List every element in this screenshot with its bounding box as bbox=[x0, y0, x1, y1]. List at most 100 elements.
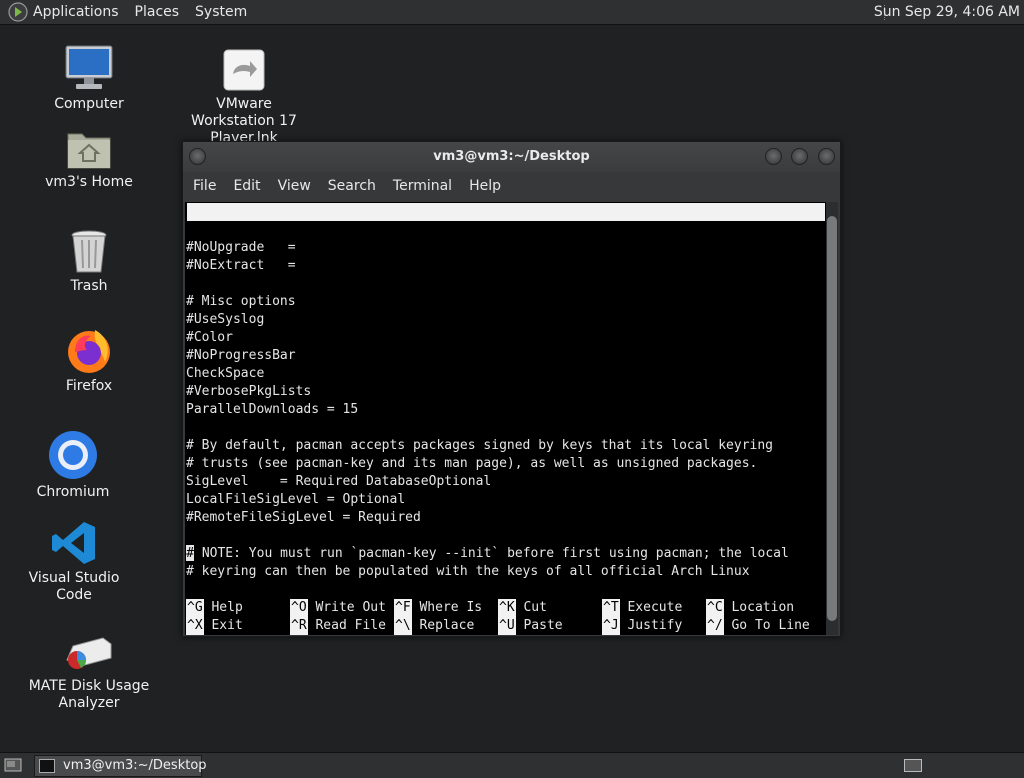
shortcut-label: Execute bbox=[627, 600, 683, 615]
shortcut-replace[interactable]: ^\ Replace bbox=[394, 617, 474, 635]
shortcut-paste[interactable]: ^U Paste bbox=[498, 617, 563, 635]
nano-title-bar: GNU nano 8.2 /etc/pacman.conf bbox=[187, 203, 825, 255]
desktop-icon-firefox[interactable]: Firefox bbox=[24, 326, 154, 395]
desktop-icon-label: Trash bbox=[70, 278, 108, 294]
desktop-icon-trash[interactable]: Trash bbox=[24, 228, 154, 295]
shortcut-label: Read File bbox=[315, 618, 386, 633]
disk-usage-icon bbox=[66, 637, 112, 669]
terminal-icon bbox=[39, 759, 55, 773]
close-button[interactable] bbox=[818, 148, 835, 165]
shortcut-key: ^X bbox=[186, 617, 204, 635]
desktop-icon-chromium[interactable]: Chromium bbox=[8, 430, 138, 501]
editor-line: SigLevel = Required DatabaseOptional bbox=[186, 474, 492, 489]
top-panel: Applications Places System Sun Sep 29, 4… bbox=[0, 0, 1024, 25]
terminal-menubar: File Edit View Search Terminal Help bbox=[183, 172, 840, 200]
menu-search[interactable]: Search bbox=[328, 178, 376, 194]
editor-line: CheckSpace bbox=[186, 366, 265, 381]
shortcut-exit[interactable]: ^X Exit bbox=[186, 617, 243, 635]
desktop-icon-label: MATE Disk Usage Analyzer bbox=[28, 678, 150, 711]
minimize-button[interactable] bbox=[765, 148, 782, 165]
editor-line: #NoUpgrade = bbox=[186, 240, 296, 255]
editor-line: #UseSyslog bbox=[186, 312, 265, 327]
editor-line-cursor: # NOTE: You must run `pacman-key --init`… bbox=[186, 545, 789, 563]
menu-view[interactable]: View bbox=[278, 178, 311, 194]
desktop-icon-label: Visual Studio Code bbox=[28, 570, 120, 603]
editor-line: # Misc options bbox=[186, 294, 296, 309]
vscode-icon bbox=[52, 522, 95, 564]
shortcut-label: Justify bbox=[627, 618, 683, 633]
shortcut-where-is[interactable]: ^F Where Is bbox=[394, 599, 482, 617]
shortcut-label: Exit bbox=[211, 618, 243, 633]
desktop-icon-computer[interactable]: Computer bbox=[24, 44, 154, 113]
text-cursor: # bbox=[186, 545, 194, 561]
shortcut-key: ^C bbox=[706, 599, 724, 617]
editor-line: #Color bbox=[186, 330, 233, 345]
nano-file-name: /etc/pacman.conf bbox=[459, 240, 585, 255]
taskbar-item-label: vm3@vm3:~/Desktop bbox=[63, 758, 207, 773]
shortcut-key: ^/ bbox=[706, 617, 724, 635]
maximize-button[interactable] bbox=[791, 148, 808, 165]
menu-edit[interactable]: Edit bbox=[233, 178, 260, 194]
shortcut-label: Help bbox=[211, 600, 243, 615]
menu-file[interactable]: File bbox=[193, 178, 216, 194]
shortcut-label: Cut bbox=[523, 600, 547, 615]
editor-line: #NoProgressBar bbox=[186, 348, 296, 363]
terminal-scrollbar[interactable] bbox=[826, 202, 838, 635]
shortcut-icon bbox=[223, 49, 265, 91]
shortcut-label: Replace bbox=[419, 618, 475, 633]
scrollbar-thumb[interactable] bbox=[827, 216, 837, 621]
shortcut-help[interactable]: ^G Help bbox=[186, 599, 243, 617]
shortcut-key: ^\ bbox=[394, 617, 412, 635]
desktop-icon-vmware-shortcut[interactable]: VMware Workstation 17 Player.lnk bbox=[179, 48, 309, 147]
shortcut-key: ^G bbox=[186, 599, 204, 617]
places-menu[interactable]: Places bbox=[135, 4, 180, 20]
desktop-icon-disk-usage[interactable]: MATE Disk Usage Analyzer bbox=[24, 632, 154, 712]
window-titlebar[interactable]: vm3@vm3:~/Desktop bbox=[183, 142, 840, 172]
editor-line: LocalFileSigLevel = Optional bbox=[186, 492, 406, 507]
shortcut-go-to-line[interactable]: ^/ Go To Line bbox=[706, 617, 810, 635]
nano-version: GNU nano 8.2 bbox=[201, 222, 295, 237]
taskbar-item-terminal[interactable]: vm3@vm3:~/Desktop bbox=[34, 755, 207, 777]
shortcut-key: ^F bbox=[394, 599, 412, 617]
workspace-switcher[interactable] bbox=[904, 759, 922, 772]
shortcut-key: ^O bbox=[290, 599, 308, 617]
desktop-icon-label: vm3's Home bbox=[45, 174, 133, 190]
shortcut-label: Paste bbox=[523, 618, 563, 633]
shortcut-label: Go To Line bbox=[731, 618, 810, 633]
computer-icon bbox=[65, 45, 113, 89]
shortcut-justify[interactable]: ^J Justify bbox=[602, 617, 682, 635]
editor-line: # trusts (see pacman-key and its man pag… bbox=[186, 456, 758, 471]
chromium-icon bbox=[49, 431, 97, 479]
clock[interactable]: Sun Sep 29, 4:06 AM bbox=[874, 4, 1020, 20]
editor-line-text: NOTE: You must run `pacman-key --init` b… bbox=[194, 546, 789, 561]
desktop-icon-label: Computer bbox=[54, 96, 124, 112]
show-desktop-icon[interactable] bbox=[4, 757, 22, 773]
trash-icon bbox=[71, 230, 107, 273]
editor-line: #NoExtract = bbox=[186, 258, 296, 273]
desktop-icon-vscode[interactable]: Visual Studio Code bbox=[9, 520, 139, 604]
shortcut-location[interactable]: ^C Location bbox=[706, 599, 794, 617]
editor-line: #RemoteFileSigLevel = Required bbox=[186, 510, 421, 525]
shortcut-key: ^J bbox=[602, 617, 620, 635]
system-menu[interactable]: System bbox=[195, 4, 247, 20]
home-folder-icon bbox=[67, 133, 111, 169]
shortcut-cut[interactable]: ^K Cut bbox=[498, 599, 547, 617]
firefox-icon bbox=[68, 330, 110, 373]
editor-line: # By default, pacman accepts packages si… bbox=[186, 438, 773, 453]
shortcut-label: Where Is bbox=[419, 600, 483, 615]
menu-terminal[interactable]: Terminal bbox=[393, 178, 452, 194]
terminal-screen[interactable]: GNU nano 8.2 /etc/pacman.conf #NoUpgrade… bbox=[185, 202, 826, 635]
applications-menu-icon[interactable] bbox=[8, 2, 28, 22]
shortcut-label: Write Out bbox=[315, 600, 386, 615]
shortcut-execute[interactable]: ^T Execute bbox=[602, 599, 682, 617]
bottom-panel: vm3@vm3:~/Desktop bbox=[0, 752, 1024, 778]
window-title: vm3@vm3:~/Desktop bbox=[433, 149, 590, 164]
menu-help[interactable]: Help bbox=[469, 178, 501, 194]
shortcut-label: Location bbox=[731, 600, 795, 615]
terminal-window[interactable]: vm3@vm3:~/Desktop File Edit View Search … bbox=[182, 141, 841, 637]
desktop-icon-label: VMware Workstation 17 Player.lnk bbox=[191, 96, 297, 146]
shortcut-write-out[interactable]: ^O Write Out bbox=[290, 599, 386, 617]
desktop-icon-home[interactable]: vm3's Home bbox=[24, 128, 154, 191]
applications-menu[interactable]: Applications bbox=[33, 4, 119, 20]
shortcut-read-file[interactable]: ^R Read File bbox=[290, 617, 386, 635]
